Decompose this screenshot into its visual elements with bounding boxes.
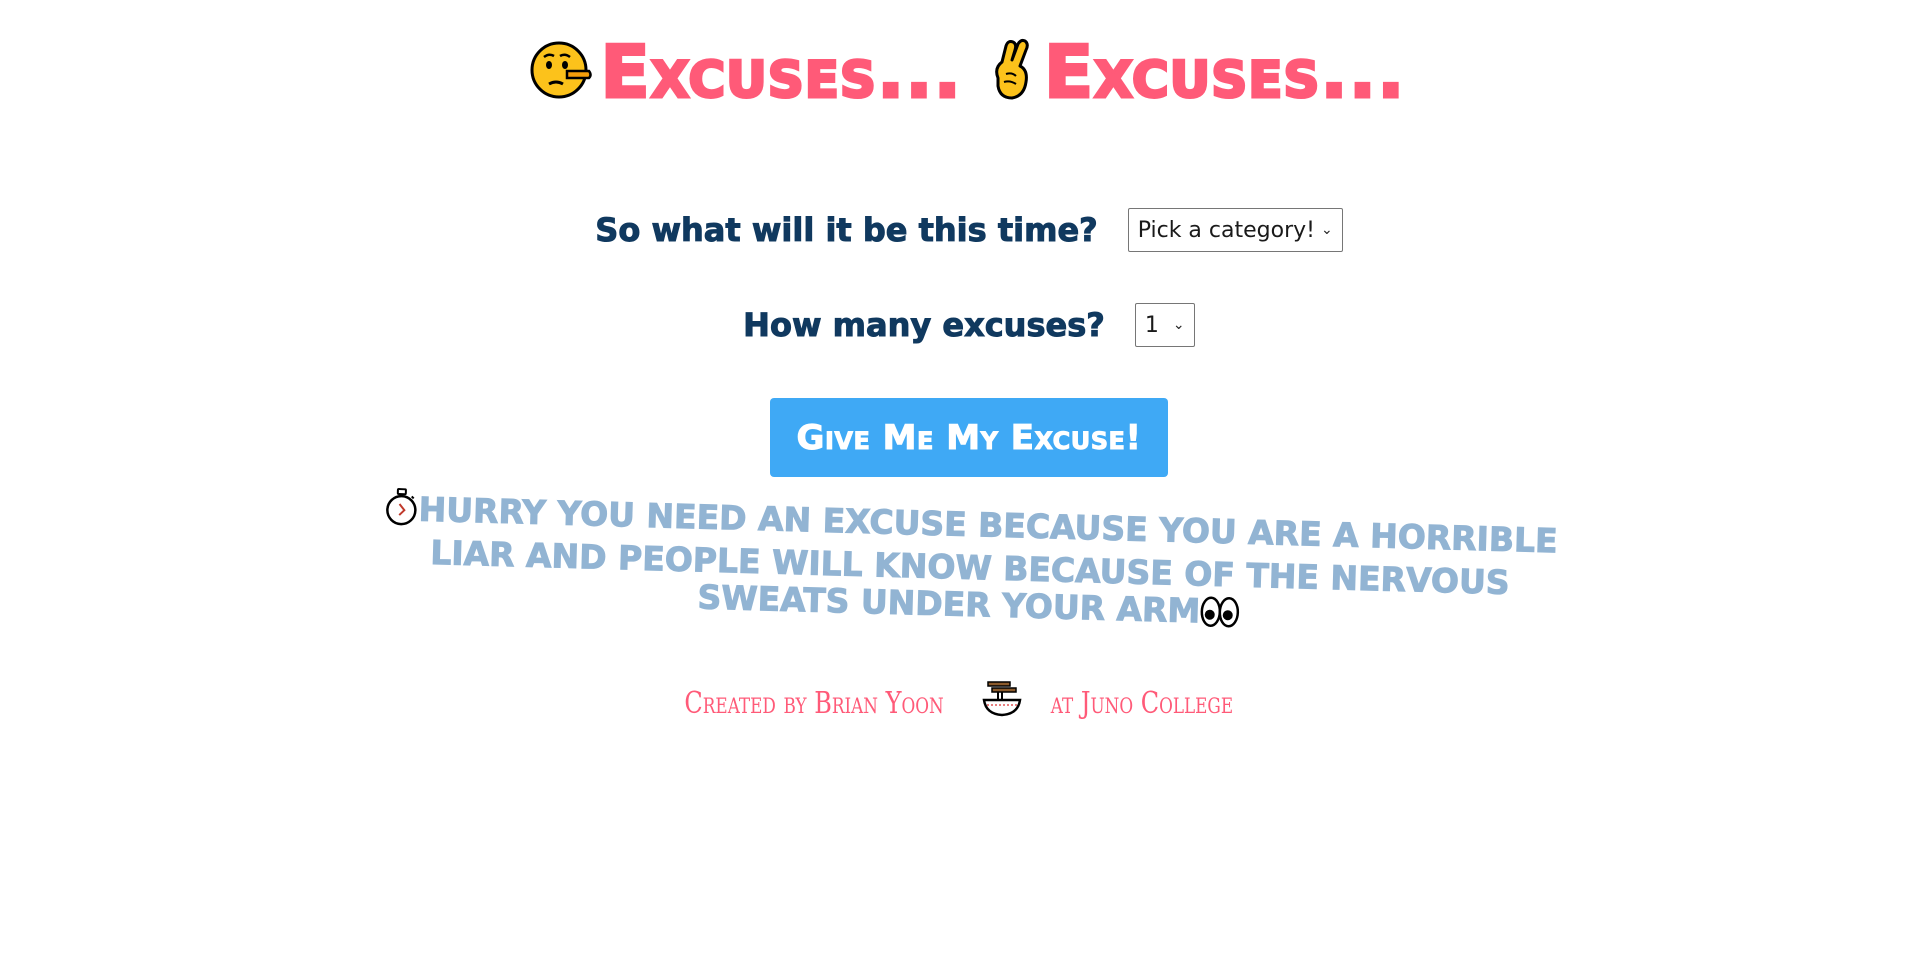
crossed-fingers-icon	[988, 38, 1036, 106]
count-select-value: 1	[1144, 312, 1159, 338]
footer-prefix: Created by Brian Yoon	[684, 685, 944, 721]
footer: Created by Brian Yoon at Juno College	[0, 680, 1911, 726]
title-right: Excuses...	[1042, 30, 1406, 114]
title-group-left: Excuses...	[529, 30, 963, 114]
eyes-icon	[1200, 594, 1241, 636]
button-wrap: Give Me My Excuse!	[0, 398, 1914, 477]
footer-suffix: at Juno College	[1050, 685, 1234, 721]
chevron-down-icon: ⌄	[1320, 222, 1333, 238]
noodle-bowl-icon	[982, 680, 1022, 726]
title-group-right: Excuses...	[988, 30, 1406, 114]
title-left: Excuses...	[599, 30, 962, 114]
excuse-result: Hurry you need an excuse because you are…	[368, 487, 1571, 645]
category-select-value: Pick a category!	[1137, 217, 1315, 243]
category-row: So what will it be this time? Pick a cat…	[12, 208, 1914, 252]
count-label: How many excuses?	[743, 306, 1106, 345]
give-excuse-button[interactable]: Give Me My Excuse!	[770, 398, 1168, 477]
stopwatch-icon	[384, 488, 419, 534]
category-select[interactable]: Pick a category! ⌄	[1127, 208, 1343, 252]
count-row: How many excuses? 1 ⌄	[12, 303, 1914, 347]
lying-face-icon	[529, 38, 593, 106]
page-header: Excuses... Excuses...	[10, 30, 1914, 114]
count-select[interactable]: 1 ⌄	[1134, 303, 1195, 347]
category-label: So what will it be this time?	[595, 211, 1098, 250]
excuse-text: Hurry you need an excuse because you are…	[418, 489, 1559, 631]
chevron-down-icon: ⌄	[1172, 317, 1185, 333]
page: Excuses... Excuses... So what will it be…	[0, 0, 1914, 965]
